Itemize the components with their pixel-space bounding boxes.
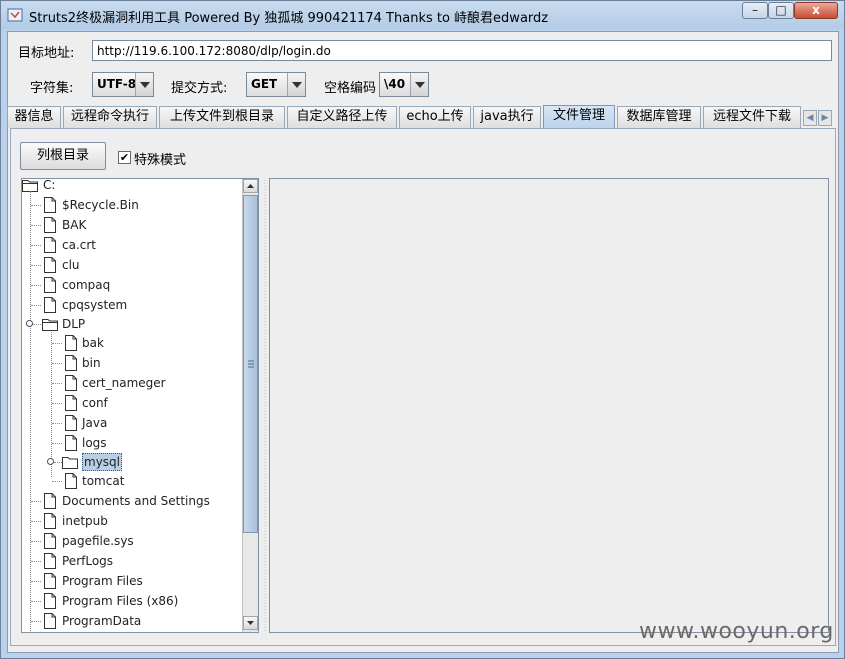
space-encoding-label: 空格编码 <box>324 81 377 96</box>
chevron-down-icon[interactable] <box>287 73 305 96</box>
space-encoding-select[interactable]: \40 <box>379 72 429 97</box>
close-button[interactable]: x <box>794 2 838 19</box>
tree-root-label: C: <box>43 178 56 192</box>
watermark-text: www.wooyun.org <box>639 619 834 644</box>
file-icon <box>44 297 56 313</box>
file-icon <box>44 573 56 589</box>
file-icon <box>65 415 77 431</box>
charset-label: 字符集: <box>30 81 74 96</box>
space-encoding-value: \40 <box>384 77 406 91</box>
file-icon <box>44 257 56 273</box>
file-icon <box>44 493 56 509</box>
tree-vertical-scrollbar[interactable] <box>242 179 258 632</box>
tab-scroll-right-icon[interactable]: ▶ <box>818 110 832 126</box>
tab-upload-root[interactable]: 上传文件到根目录 <box>159 106 285 128</box>
file-icon <box>65 335 77 351</box>
tab-strip: 器信息 远程命令执行 上传文件到根目录 自定义路径上传 echo上传 java执… <box>7 105 838 129</box>
tab-remote-command[interactable]: 远程命令执行 <box>63 106 157 128</box>
file-icon <box>44 237 56 253</box>
tab-database[interactable]: 数据库管理 <box>617 106 701 128</box>
file-icon <box>65 355 77 371</box>
expand-handle-icon[interactable] <box>47 458 54 465</box>
charset-value: UTF-8 <box>97 77 137 91</box>
main-panel: 目标地址: 字符集: UTF-8 提交方式: GET 空格编码 \40 器信息 … <box>7 31 839 653</box>
tab-remote-download[interactable]: 远程文件下载 <box>703 106 801 128</box>
file-icon <box>44 217 56 233</box>
file-icon <box>44 197 56 213</box>
java-app-icon <box>7 8 23 22</box>
method-label: 提交方式: <box>171 81 228 96</box>
file-icon <box>44 277 56 293</box>
method-value: GET <box>251 77 278 91</box>
tree-guide-line <box>30 191 32 631</box>
target-url-label: 目标地址: <box>18 46 75 61</box>
file-icon <box>44 513 56 529</box>
app-window: Struts2终极漏洞利用工具 Powered By 独孤城 990421174… <box>0 0 845 659</box>
window-title: Struts2终极漏洞利用工具 Powered By 独孤城 990421174… <box>29 11 549 26</box>
target-url-input[interactable] <box>92 40 832 61</box>
tab-echo-upload[interactable]: echo上传 <box>399 106 471 128</box>
method-select[interactable]: GET <box>246 72 306 97</box>
maximize-button[interactable]: □ <box>768 2 794 19</box>
folder-icon <box>62 457 78 469</box>
file-icon <box>65 395 77 411</box>
scroll-up-icon[interactable] <box>243 179 258 193</box>
split-pane-divider[interactable] <box>262 178 269 633</box>
open-folder-icon <box>42 319 58 331</box>
scroll-down-icon[interactable] <box>243 616 258 630</box>
file-icon <box>44 553 56 569</box>
expand-handle-icon[interactable] <box>26 320 33 327</box>
chevron-down-icon[interactable] <box>410 73 428 96</box>
file-tree[interactable]: C: $Recycle.Bin BAK ca.crt clu compaq cp… <box>21 178 259 633</box>
file-icon <box>44 533 56 549</box>
file-icon <box>44 613 56 629</box>
file-content-pane[interactable] <box>269 178 829 633</box>
file-icon <box>65 473 77 489</box>
minimize-button[interactable]: – <box>742 2 768 19</box>
chevron-down-icon[interactable] <box>135 73 153 96</box>
scroll-thumb[interactable] <box>243 195 258 533</box>
special-mode-label: 特殊模式 <box>134 153 187 168</box>
tab-scroll-left-icon[interactable]: ◀ <box>803 110 817 126</box>
tab-custom-upload[interactable]: 自定义路径上传 <box>287 106 397 128</box>
file-icon <box>65 435 77 451</box>
charset-select[interactable]: UTF-8 <box>92 72 154 97</box>
tab-java-exec[interactable]: java执行 <box>473 106 541 128</box>
tab-server-info[interactable]: 器信息 <box>7 106 61 128</box>
file-icon <box>65 375 77 391</box>
tab-file-manager[interactable]: 文件管理 <box>543 105 615 129</box>
special-mode-checkbox[interactable]: ✔ <box>118 151 131 164</box>
list-root-button[interactable]: 列根目录 <box>20 142 106 170</box>
title-bar[interactable]: Struts2终极漏洞利用工具 Powered By 独孤城 990421174… <box>1 1 844 29</box>
file-icon <box>44 593 56 609</box>
